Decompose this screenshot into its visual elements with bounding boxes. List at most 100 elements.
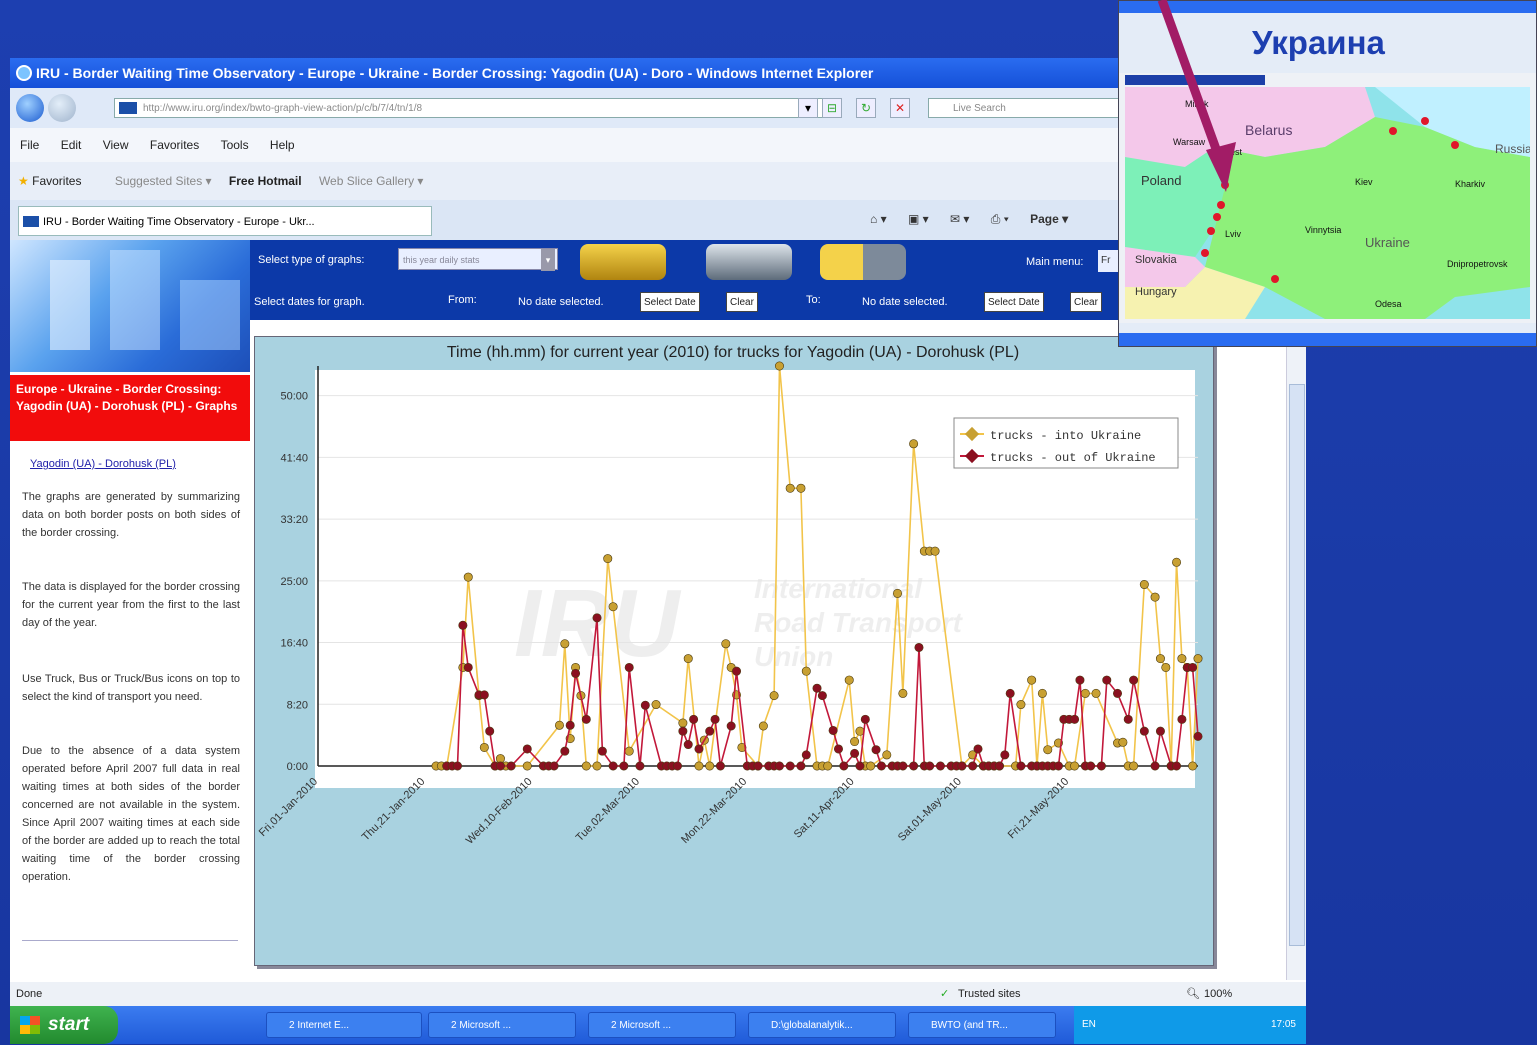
menu-edit[interactable]: Edit — [61, 138, 82, 152]
country-label: Hungary — [1135, 286, 1177, 298]
menu-file[interactable]: File — [20, 138, 39, 152]
print-icon[interactable]: ⎙ ▾ — [991, 212, 1009, 226]
menu-view[interactable]: View — [103, 138, 129, 152]
to-select-date-button[interactable]: Select Date — [984, 292, 1044, 312]
data-point-1 — [597, 746, 607, 756]
graph-type-select[interactable]: this year daily stats ▾ — [398, 248, 558, 271]
tab-iru[interactable]: IRU - Border Waiting Time Observatory - … — [18, 206, 432, 236]
dorohusk-link[interactable]: Dorohusk (PL) — [105, 458, 176, 470]
data-point-1 — [1172, 761, 1182, 771]
menu-help[interactable]: Help — [270, 138, 295, 152]
data-point-1 — [850, 748, 860, 758]
web-slice-gallery-link[interactable]: Web Slice Gallery ▾ — [319, 174, 424, 188]
taskbar-item[interactable]: 2 Microsoft ... — [428, 1012, 576, 1038]
forward-icon[interactable] — [48, 94, 76, 122]
from-select-date-button[interactable]: Select Date — [640, 292, 700, 312]
bus-icon[interactable] — [706, 244, 792, 280]
favorites-button[interactable]: Favorites — [32, 174, 81, 188]
back-icon[interactable] — [16, 94, 44, 122]
data-point-1 — [732, 666, 742, 676]
data-point-1 — [812, 683, 822, 693]
data-point-1 — [453, 761, 463, 771]
free-hotmail-link[interactable]: Free Hotmail — [229, 174, 302, 188]
stop-icon[interactable]: ✕ — [890, 98, 910, 118]
truck-bus-icon[interactable] — [820, 244, 906, 280]
home-icon[interactable]: ⌂ ▾ — [870, 212, 887, 226]
inset-statusbar — [1119, 323, 1536, 333]
arrow-shaft — [1157, 0, 1225, 162]
start-button[interactable]: start — [10, 1006, 118, 1044]
trusted-sites-zone[interactable]: Trusted sites — [958, 982, 1021, 1006]
data-point-1 — [506, 761, 516, 771]
url-field[interactable]: http://www.iru.org/index/bwto-graph-view… — [114, 98, 824, 118]
favorites-bar: ★ Favorites Suggested Sites ▾ Free Hotma… — [10, 162, 1306, 200]
y-tick-label: 16:40 — [280, 638, 308, 650]
data-point-1 — [673, 761, 683, 771]
border-crossing-dot — [1421, 117, 1429, 125]
x-tick-label: Sat,01-May-2010 — [896, 776, 964, 844]
data-point-0 — [866, 761, 876, 771]
window-titlebar[interactable]: IRU - Border Waiting Time Observatory - … — [10, 58, 1306, 88]
x-tick-label: Sat,11-Apr-2010 — [792, 776, 857, 841]
from-clear-button[interactable]: Clear — [726, 292, 758, 312]
data-point-1 — [1000, 750, 1010, 760]
dropdown-icon[interactable]: ▾ — [798, 98, 818, 118]
border-crossing-dot — [1207, 227, 1215, 235]
data-point-1 — [860, 714, 870, 724]
data-point-1 — [694, 744, 704, 754]
select-dates-label: Select dates for graph. — [254, 296, 365, 308]
data-point-1 — [935, 761, 945, 771]
pointer-arrow — [1157, 0, 1236, 192]
taskbar-item[interactable]: BWTO (and TR... — [908, 1012, 1056, 1038]
search-input[interactable]: Live Search — [928, 98, 1128, 118]
data-point-1 — [635, 761, 645, 771]
data-point-1 — [619, 761, 629, 771]
language-indicator[interactable]: EN — [1082, 1019, 1096, 1030]
tab-row: IRU - Border Waiting Time Observatory - … — [10, 200, 1306, 240]
truck-icon[interactable] — [580, 244, 666, 280]
suggested-sites-link[interactable]: Suggested Sites ▾ — [115, 174, 212, 188]
data-point-1 — [871, 745, 881, 755]
data-point-1 — [828, 725, 838, 735]
data-point-1 — [565, 720, 575, 730]
data-point-0 — [801, 666, 811, 676]
data-point-0 — [1118, 737, 1128, 747]
refresh-icon[interactable]: ↻ — [856, 98, 876, 118]
data-point-1 — [1155, 726, 1165, 736]
compat-icon[interactable]: ⊟ — [822, 98, 842, 118]
zoom-level[interactable]: 100% — [1204, 982, 1232, 1006]
data-point-0 — [1150, 592, 1160, 602]
data-point-1 — [1016, 761, 1026, 771]
page-heading: Europe - Ukraine - Border Crossing: Yago… — [10, 375, 250, 441]
data-point-1 — [710, 714, 720, 724]
border-crossing-dot — [1217, 201, 1225, 209]
data-point-0 — [844, 675, 854, 685]
legend-into-ukraine: trucks - into Ukraine — [990, 429, 1141, 443]
yagodin-link[interactable]: Yagodin (UA) — [30, 458, 95, 470]
data-point-0 — [1080, 688, 1090, 698]
data-point-0 — [1043, 745, 1053, 755]
x-tick-label: Wed,10-Feb-2010 — [464, 776, 535, 847]
data-point-0 — [1172, 557, 1182, 567]
browser-window: IRU - Border Waiting Time Observatory - … — [10, 58, 1306, 1044]
data-point-1 — [640, 700, 650, 710]
data-point-0 — [1027, 675, 1037, 685]
vertical-scrollbar[interactable] — [1286, 344, 1306, 980]
to-clear-button[interactable]: Clear — [1070, 292, 1102, 312]
data-point-1 — [495, 761, 505, 771]
mail-icon[interactable]: ✉ ▾ — [950, 212, 969, 226]
scrollbar-thumb[interactable] — [1289, 384, 1305, 946]
page-menu[interactable]: Page ▾ — [1030, 212, 1068, 226]
description-paragraph: Use Truck, Bus or Truck/Bus icons on top… — [22, 673, 240, 703]
data-point-0 — [898, 688, 908, 698]
taskbar-item[interactable]: D:\globalanalytik... — [748, 1012, 896, 1038]
main-menu-label: Main menu: — [1026, 256, 1084, 268]
menu-favorites[interactable]: Favorites — [150, 138, 199, 152]
feeds-icon[interactable]: ▣ ▾ — [908, 212, 929, 226]
taskbar-item[interactable]: 2 Microsoft ... — [588, 1012, 736, 1038]
command-bar: ⌂ ▾ ▣ ▾ ✉ ▾ ⎙ ▾ Page ▾ — [870, 212, 1068, 227]
city-label: Dnipropetrovsk — [1447, 259, 1508, 269]
data-point-0 — [850, 737, 860, 747]
menu-tools[interactable]: Tools — [221, 138, 249, 152]
taskbar-item[interactable]: 2 Internet E... — [266, 1012, 422, 1038]
